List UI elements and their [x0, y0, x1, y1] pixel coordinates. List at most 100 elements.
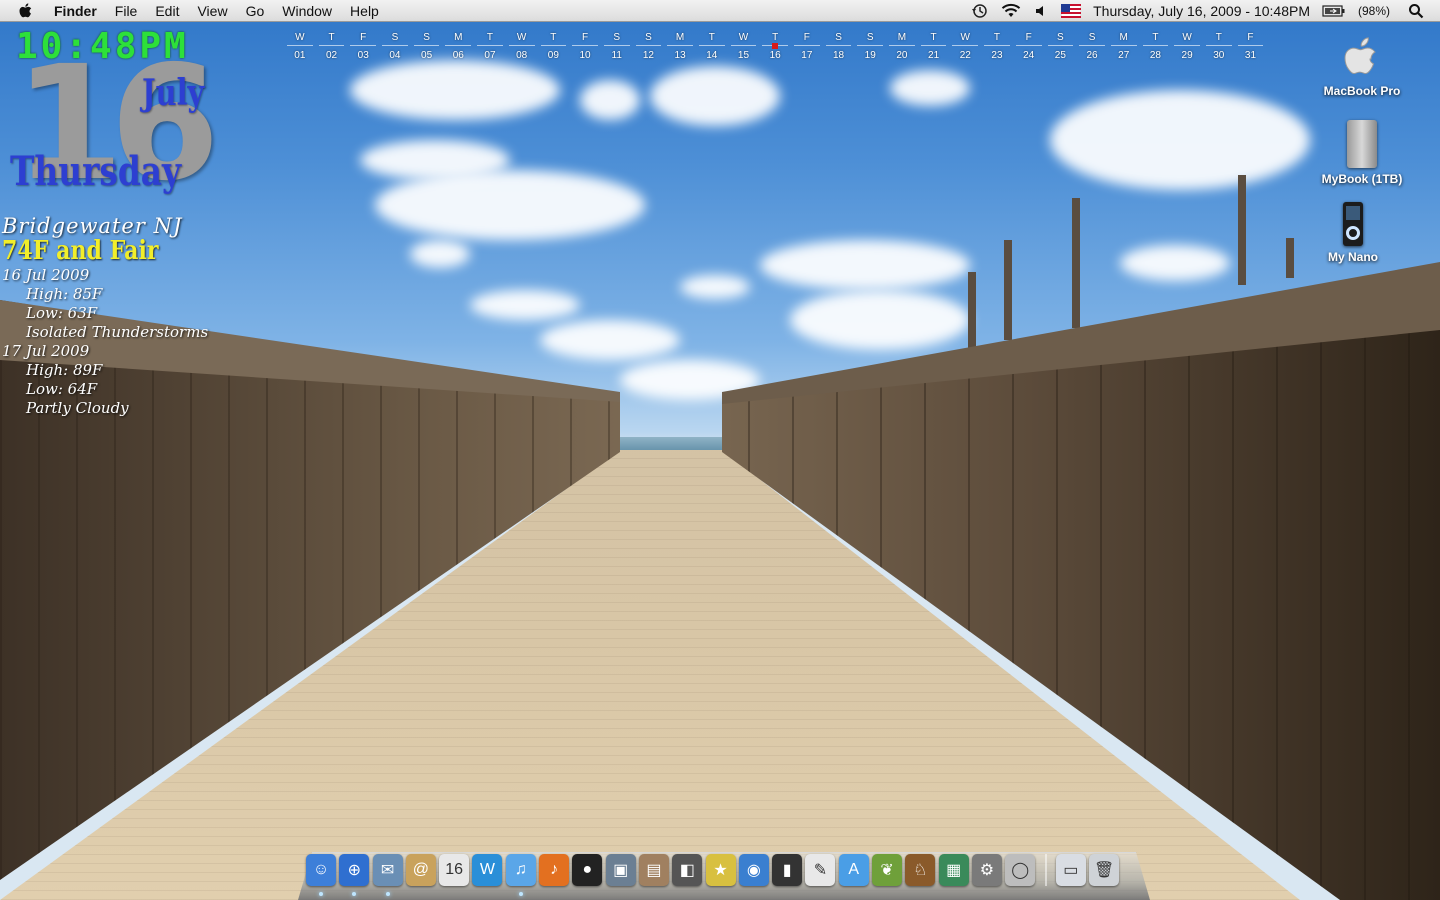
- calendar-day-number: 11: [611, 50, 622, 61]
- dvd-player-glyph: ◉: [746, 862, 761, 879]
- my-nano-device[interactable]: My Nano: [1298, 202, 1408, 264]
- post: [1004, 240, 1012, 340]
- ipod-app-dock-icon[interactable]: ▮: [772, 854, 803, 886]
- safari-dock-icon[interactable]: ⊕: [339, 854, 370, 896]
- menu-go[interactable]: Go: [237, 0, 274, 22]
- calendar-day-number: 01: [294, 50, 306, 61]
- forecast-low: Low: 64F: [26, 380, 98, 398]
- dashboard-tools-glyph: ▦: [946, 862, 962, 879]
- ical-dock-icon[interactable]: 16: [439, 854, 470, 886]
- finder-dock-icon[interactable]: ☺: [306, 854, 336, 896]
- preview-dock-icon[interactable]: ▤: [638, 854, 669, 886]
- cloud: [650, 66, 780, 126]
- calendar-day-number: 23: [991, 50, 1003, 61]
- macbook-pro-drive[interactable]: MacBook Pro: [1307, 34, 1417, 98]
- calendar-strip: W 01 T 02 F 03 S 04 S 05 M 06 T 07 W 08 T 09 F 10 S 11 S 12 M 13 T…: [284, 32, 1266, 62]
- spotlight-search-icon[interactable]: [1396, 0, 1430, 22]
- forecast-condition: Isolated Thunderstorms: [26, 323, 209, 341]
- volume-icon[interactable]: [1027, 0, 1055, 22]
- post: [1238, 175, 1246, 285]
- menu-window[interactable]: Window: [273, 0, 341, 22]
- calendar-day-number: 16: [769, 50, 781, 61]
- calendar-day: F 10: [569, 32, 601, 62]
- cloud: [760, 240, 970, 290]
- imovie-dock-icon[interactable]: ★: [705, 854, 736, 886]
- calendar-day-letter: M: [445, 32, 472, 46]
- calendar-day-letter: F: [350, 32, 377, 46]
- wifi-icon[interactable]: [995, 0, 1027, 22]
- app-store-glyph: A: [848, 861, 860, 878]
- mybook-drive[interactable]: MyBook (1TB): [1307, 120, 1417, 186]
- calendar-day-letter: T: [540, 32, 567, 46]
- calendar-day-number: 09: [547, 50, 559, 61]
- calendar-day: M 27: [1108, 32, 1140, 62]
- calendar-day: F 17: [791, 32, 823, 62]
- cloud: [410, 240, 470, 268]
- dock-separator: [1044, 854, 1047, 886]
- battery-percent: (98%): [1357, 3, 1390, 18]
- calendar-day-number: 28: [1149, 50, 1161, 61]
- iphoto-dock-icon[interactable]: ▣: [605, 854, 636, 886]
- trash-glyph: 🗑: [1093, 862, 1115, 879]
- garageband-dock-icon[interactable]: ♪: [539, 854, 570, 886]
- forecast-high: High: 89F: [26, 361, 103, 379]
- calendar-day: S 05: [411, 32, 443, 62]
- post: [1286, 238, 1294, 278]
- menu-edit[interactable]: Edit: [146, 0, 188, 22]
- ipod-app-glyph: ▮: [782, 862, 792, 879]
- calendar-day-letter: F: [572, 32, 598, 46]
- calendar-day-number: 22: [959, 50, 971, 61]
- textedit-dock-icon[interactable]: ✎: [805, 854, 836, 886]
- calendar-day-number: 27: [1118, 50, 1130, 61]
- dashboard-tools-dock-icon[interactable]: ▦: [938, 854, 969, 886]
- calendar-day-number: 18: [832, 50, 845, 61]
- preview-glyph: ▤: [646, 862, 662, 879]
- calendar-day-letter: M: [1110, 32, 1137, 46]
- cloud: [350, 60, 560, 120]
- calendar-day-letter: T: [1142, 32, 1169, 46]
- time-machine-icon[interactable]: [965, 0, 995, 22]
- calendar-day: W 22: [949, 32, 981, 62]
- menu-help[interactable]: Help: [341, 0, 388, 22]
- address-book-dock-icon[interactable]: @: [405, 854, 436, 886]
- weather-city: Bridgewater NJ: [2, 214, 183, 238]
- box-app-dock-icon[interactable]: ◧: [672, 854, 703, 886]
- trash-dock-icon[interactable]: 🗑: [1089, 854, 1120, 886]
- menu-view[interactable]: View: [188, 0, 236, 22]
- horse-app-dock-icon[interactable]: ♘: [905, 854, 936, 886]
- ipod-nano-icon: [1343, 202, 1363, 246]
- menubar-clock[interactable]: Thursday, July 16, 2009 - 10:48PM: [1087, 0, 1316, 22]
- calendar-day-number: 10: [579, 50, 591, 61]
- itunes-dock-icon[interactable]: ♫: [505, 854, 536, 896]
- calendar-day-number: 06: [452, 50, 464, 61]
- battery-icon[interactable]: [1316, 0, 1352, 22]
- apple-menu-icon[interactable]: [0, 0, 52, 22]
- menu-file[interactable]: File: [106, 0, 147, 22]
- calendar-day-letter: F: [1237, 32, 1264, 46]
- post: [968, 272, 976, 352]
- system-preferences-dock-icon[interactable]: ⚙: [971, 854, 1002, 886]
- documents-stack-dock-icon[interactable]: ▭: [1055, 854, 1086, 886]
- calendar-day-letter: S: [635, 32, 662, 46]
- calendar-day-letter: M: [667, 32, 693, 46]
- cloud: [1120, 245, 1230, 281]
- calendar-day-number: 30: [1213, 50, 1225, 61]
- pineapple-app-dock-icon[interactable]: ❦: [872, 854, 903, 886]
- calendar-day-number: 04: [389, 50, 401, 61]
- safari-glyph: ⊕: [347, 862, 361, 879]
- photo-booth-dock-icon[interactable]: ●: [572, 854, 603, 886]
- cloud: [890, 70, 970, 106]
- weather-widget: Bridgewater NJ 74F and Fair 16 Jul 2009 …: [2, 214, 208, 418]
- mail-dock-icon[interactable]: ✉: [372, 854, 403, 896]
- cloud: [580, 80, 640, 120]
- calendar-day-number: 07: [484, 50, 496, 61]
- menu-app-name[interactable]: Finder: [52, 0, 106, 22]
- input-menu-flag-icon[interactable]: [1055, 0, 1087, 22]
- calendar-day: S 12: [633, 32, 665, 62]
- generic-app-dock-icon[interactable]: ◯: [1005, 854, 1036, 886]
- calendar-day-number: 03: [357, 50, 369, 61]
- dvd-player-dock-icon[interactable]: ◉: [738, 854, 769, 886]
- app-store-dock-icon[interactable]: A: [838, 854, 869, 886]
- dashboard-dock-icon[interactable]: W: [472, 854, 503, 886]
- calendar-day: F 03: [347, 32, 379, 62]
